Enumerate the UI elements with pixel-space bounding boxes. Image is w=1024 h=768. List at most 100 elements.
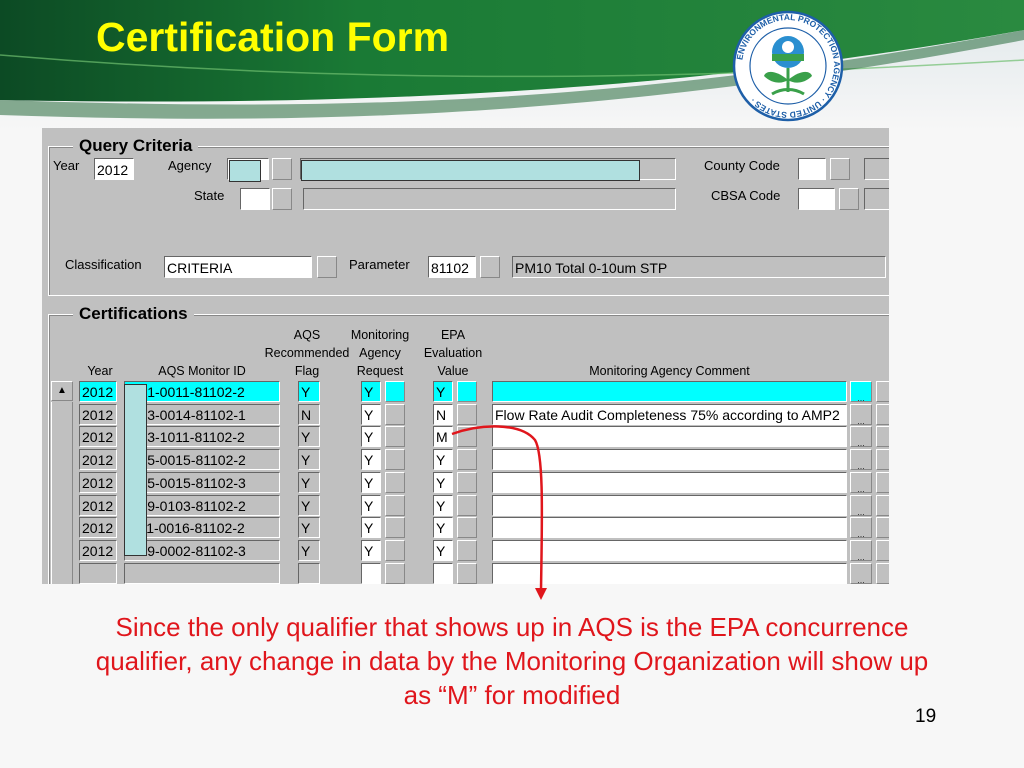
row-comment-more-button[interactable]: ... [850, 381, 872, 403]
row-side-button[interactable] [876, 563, 889, 584]
row-agency-request-lov-button[interactable] [385, 517, 405, 538]
row-agency-request-lov-button[interactable] [385, 449, 405, 470]
county-name-field [864, 158, 889, 180]
row-year-field[interactable]: 2012 [79, 472, 117, 493]
header-epa-value: EPA Evaluation Value [423, 328, 483, 378]
row-monitor-id-field[interactable]: -019-0002-81102-3 [124, 540, 280, 561]
year-input[interactable]: 2012 [94, 158, 134, 180]
row-aqs-flag-field: N [298, 404, 320, 425]
row-side-button[interactable] [876, 426, 889, 447]
state-name-field [303, 188, 676, 210]
county-lov-button[interactable] [830, 158, 850, 180]
row-year-field[interactable] [79, 563, 117, 584]
row-monitor-id-field[interactable]: -009-0103-81102-2 [124, 495, 280, 516]
row-monitor-id-field[interactable] [124, 563, 280, 584]
row-side-button[interactable] [876, 495, 889, 516]
row-side-button[interactable] [876, 472, 889, 493]
row-agency-request-lov-button[interactable] [385, 563, 405, 584]
row-side-button[interactable] [876, 540, 889, 561]
row-monitor-id-field[interactable]: -003-1011-81102-2 [124, 426, 280, 447]
row-agency-request-lov-button[interactable] [385, 540, 405, 561]
row-epa-value-field[interactable]: Y [433, 381, 453, 402]
parameter-description-field: PM10 Total 0-10um STP [512, 256, 886, 278]
row-agency-request-input[interactable]: Y [361, 426, 381, 447]
state-input[interactable] [240, 188, 270, 210]
row-year-field[interactable]: 2012 [79, 404, 117, 425]
row-agency-request-input[interactable]: Y [361, 517, 381, 538]
row-comment-input[interactable] [492, 381, 847, 402]
row-agency-request-lov-button[interactable] [385, 495, 405, 516]
row-agency-request-lov-button[interactable] [385, 426, 405, 447]
parameter-label: Parameter [349, 257, 410, 272]
redacted-agency-code [229, 160, 261, 182]
agency-label: Agency [168, 158, 212, 173]
row-comment-more-button[interactable]: ... [850, 426, 872, 448]
row-agency-request-input[interactable]: Y [361, 495, 381, 516]
epa-seal-logo: ENVIRONMENTAL PROTECTION AGENCY · UNITED… [732, 10, 844, 122]
header-comment: Monitoring Agency Comment [589, 364, 750, 378]
state-lov-button[interactable] [272, 188, 292, 210]
classification-lov-button[interactable] [317, 256, 337, 278]
classification-label: Classification [65, 257, 142, 272]
header-agency-request: Monitoring Agency Request [350, 328, 410, 378]
row-agency-request-input[interactable]: Y [361, 449, 381, 470]
page-number: 19 [915, 706, 937, 727]
row-year-field[interactable]: 2012 [79, 540, 117, 561]
row-agency-request-input[interactable] [361, 563, 381, 584]
row-comment-more-button[interactable]: ... [850, 449, 872, 471]
cbsa-lov-button[interactable] [839, 188, 859, 210]
row-monitor-id-field[interactable]: -001-0011-81102-2 [124, 381, 280, 402]
row-agency-request-lov-button[interactable] [385, 404, 405, 425]
year-label: Year [53, 158, 80, 173]
row-comment-more-button[interactable]: ... [850, 495, 872, 517]
county-code-input[interactable] [798, 158, 826, 180]
row-monitor-id-field[interactable]: -011-0016-81102-2 [124, 517, 280, 538]
row-side-button[interactable] [876, 404, 889, 425]
row-year-field[interactable]: 2012 [79, 426, 117, 447]
certifications-title: Certifications [73, 304, 194, 324]
row-aqs-flag-field: Y [298, 495, 320, 516]
row-side-button[interactable] [876, 449, 889, 470]
scroll-up-button[interactable]: ▲ [51, 381, 73, 401]
classification-input[interactable]: CRITERIA [164, 256, 312, 278]
row-agency-request-input[interactable]: Y [361, 472, 381, 493]
slide-title: Certification Form [96, 14, 450, 60]
row-aqs-flag-field: Y [298, 449, 320, 470]
parameter-code-input[interactable]: 81102 [428, 256, 476, 278]
row-aqs-flag-field: Y [298, 517, 320, 538]
cbsa-name-field [864, 188, 889, 210]
row-comment-more-button[interactable]: ... [850, 563, 872, 584]
row-comment-more-button[interactable]: ... [850, 404, 872, 426]
row-year-field[interactable]: 2012 [79, 449, 117, 470]
row-comment-more-button[interactable]: ... [850, 517, 872, 539]
row-side-button[interactable] [876, 517, 889, 538]
row-aqs-flag-field: Y [298, 472, 320, 493]
redacted-agency-name [301, 160, 640, 181]
annotation-arrow [451, 425, 547, 600]
row-agency-request-lov-button[interactable] [385, 381, 405, 402]
row-year-field[interactable]: 2012 [79, 495, 117, 516]
row-agency-request-input[interactable]: Y [361, 404, 381, 425]
row-monitor-id-field[interactable]: -005-0015-81102-3 [124, 472, 280, 493]
row-monitor-id-field[interactable]: -003-0014-81102-1 [124, 404, 280, 425]
row-year-field[interactable]: 2012 [79, 517, 117, 538]
row-monitor-id-field[interactable]: -005-0015-81102-2 [124, 449, 280, 470]
row-scrollbar-track[interactable] [51, 402, 73, 584]
row-aqs-flag-field: Y [298, 540, 320, 561]
row-side-button[interactable] [876, 381, 889, 402]
row-aqs-flag-field: Y [298, 381, 320, 402]
county-code-label: County Code [704, 158, 780, 173]
agency-lov-button[interactable] [272, 158, 292, 180]
row-agency-request-lov-button[interactable] [385, 472, 405, 493]
cbsa-code-input[interactable] [798, 188, 835, 210]
row-agency-request-input[interactable]: Y [361, 540, 381, 561]
state-label: State [194, 188, 225, 203]
parameter-lov-button[interactable] [480, 256, 500, 278]
row-year-field[interactable]: 2012 [79, 381, 117, 402]
slide-caption: Since the only qualifier that shows up i… [95, 612, 929, 710]
row-agency-request-input[interactable]: Y [361, 381, 381, 402]
header-monitor-id: AQS Monitor ID [158, 364, 246, 378]
row-epa-value-lov-button[interactable] [457, 381, 477, 402]
row-comment-more-button[interactable]: ... [850, 540, 872, 562]
row-comment-more-button[interactable]: ... [850, 472, 872, 494]
